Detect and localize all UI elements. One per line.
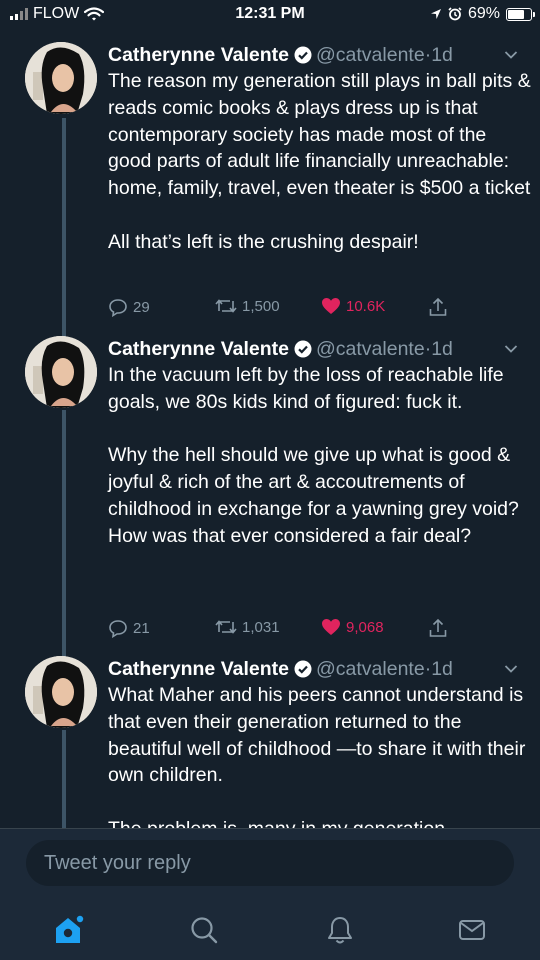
tweet[interactable]: Catherynne Valente @catvalente·1d In the … bbox=[0, 336, 540, 646]
author-handle[interactable]: @catvalente bbox=[316, 44, 425, 66]
author-name[interactable]: Catherynne Valente bbox=[108, 658, 289, 680]
search-icon bbox=[191, 917, 218, 944]
verified-icon bbox=[294, 340, 312, 358]
share-icon bbox=[429, 618, 447, 637]
heart-icon bbox=[322, 298, 340, 314]
tweet-time: 1d bbox=[431, 44, 453, 66]
chevron-down-icon[interactable] bbox=[504, 344, 518, 354]
wifi-icon bbox=[84, 7, 105, 21]
tweet-paragraph: What Maher and his peers cannot understa… bbox=[108, 684, 526, 787]
tweet-paragraph: The problem is, many in my generation bbox=[108, 816, 533, 828]
tweet-paragraph: All that’s left is the crushing despair! bbox=[108, 230, 419, 253]
reply-input[interactable] bbox=[26, 840, 514, 886]
location-icon bbox=[430, 9, 441, 19]
tweet-actions: 29 1,500 10.6K bbox=[108, 297, 528, 321]
tweet-text: The reason my generation still plays in … bbox=[108, 68, 533, 256]
reply-count: 21 bbox=[133, 619, 150, 637]
tab-notifications[interactable] bbox=[320, 910, 360, 950]
notifications-icon bbox=[328, 917, 352, 944]
share-button[interactable] bbox=[428, 297, 448, 317]
retweet-icon bbox=[215, 299, 237, 313]
reply-icon bbox=[109, 620, 127, 638]
messages-icon bbox=[459, 920, 485, 940]
retweet-count: 1,500 bbox=[242, 297, 280, 315]
retweet-count: 1,031 bbox=[242, 618, 280, 636]
battery-percent: 69% bbox=[467, 5, 500, 22]
status-right: 69% bbox=[430, 5, 535, 23]
status-left: FLOW bbox=[10, 5, 105, 23]
chevron-down-icon[interactable] bbox=[504, 50, 518, 60]
reply-count: 29 bbox=[133, 298, 150, 316]
retweet-button[interactable]: 1,031 bbox=[215, 618, 280, 636]
tab-search[interactable] bbox=[184, 910, 224, 950]
tweet-actions: 21 1,031 9,068 bbox=[108, 618, 528, 642]
tab-messages[interactable] bbox=[452, 910, 492, 950]
tweet-header: Catherynne Valente @catvalente·1d bbox=[108, 656, 453, 682]
reply-button[interactable]: 29 bbox=[108, 297, 150, 317]
battery-icon bbox=[506, 7, 535, 21]
tweet-text: What Maher and his peers cannot understa… bbox=[108, 682, 533, 828]
tweet[interactable]: Catherynne Valente @catvalente·1d What Ma… bbox=[0, 656, 540, 828]
divider bbox=[0, 828, 540, 829]
like-button[interactable]: 9,068 bbox=[321, 618, 384, 636]
retweet-button[interactable]: 1,500 bbox=[215, 297, 280, 315]
share-icon bbox=[429, 297, 447, 316]
status-bar: FLOW 12:31 PM 69% bbox=[0, 0, 540, 30]
signal-icon bbox=[10, 8, 28, 20]
avatar-image bbox=[25, 42, 97, 114]
chevron-down-icon[interactable] bbox=[504, 664, 518, 674]
like-button[interactable]: 10.6K bbox=[321, 297, 385, 315]
retweet-icon bbox=[215, 620, 237, 634]
avatar-image bbox=[25, 656, 97, 728]
tweet[interactable]: Catherynne Valente @catvalente·1d The rea… bbox=[0, 42, 540, 332]
tweet-header: Catherynne Valente @catvalente·1d bbox=[108, 42, 453, 68]
author-name[interactable]: Catherynne Valente bbox=[108, 338, 289, 360]
tweet-header: Catherynne Valente @catvalente·1d bbox=[108, 336, 453, 362]
author-handle[interactable]: @catvalente bbox=[316, 338, 425, 360]
alarm-icon bbox=[448, 7, 462, 21]
tweet-paragraph: In the vacuum left by the loss of reacha… bbox=[108, 364, 504, 413]
avatar[interactable] bbox=[25, 336, 97, 408]
avatar[interactable] bbox=[25, 42, 97, 114]
tweet-text: In the vacuum left by the loss of reacha… bbox=[108, 362, 533, 550]
verified-icon bbox=[294, 46, 312, 64]
share-button[interactable] bbox=[428, 618, 448, 638]
heart-icon bbox=[322, 619, 340, 635]
reply-button[interactable]: 21 bbox=[108, 618, 150, 638]
home-icon bbox=[56, 915, 84, 943]
tweet-time: 1d bbox=[431, 658, 453, 680]
like-count: 10.6K bbox=[346, 297, 386, 315]
author-handle[interactable]: @catvalente bbox=[316, 658, 425, 680]
avatar[interactable] bbox=[25, 656, 97, 728]
author-name[interactable]: Catherynne Valente bbox=[108, 44, 289, 66]
reply-icon bbox=[109, 299, 127, 317]
avatar-image bbox=[25, 336, 97, 408]
verified-icon bbox=[294, 660, 312, 678]
like-count: 9,068 bbox=[346, 618, 384, 636]
bottom-panel bbox=[0, 828, 540, 960]
tweet-paragraph: The reason my generation still plays in … bbox=[108, 70, 531, 200]
tab-home[interactable] bbox=[48, 910, 88, 950]
tweet-time: 1d bbox=[431, 338, 453, 360]
tweet-paragraph: Why the hell should we give up what is g… bbox=[108, 444, 519, 547]
carrier-label: FLOW bbox=[33, 5, 80, 22]
